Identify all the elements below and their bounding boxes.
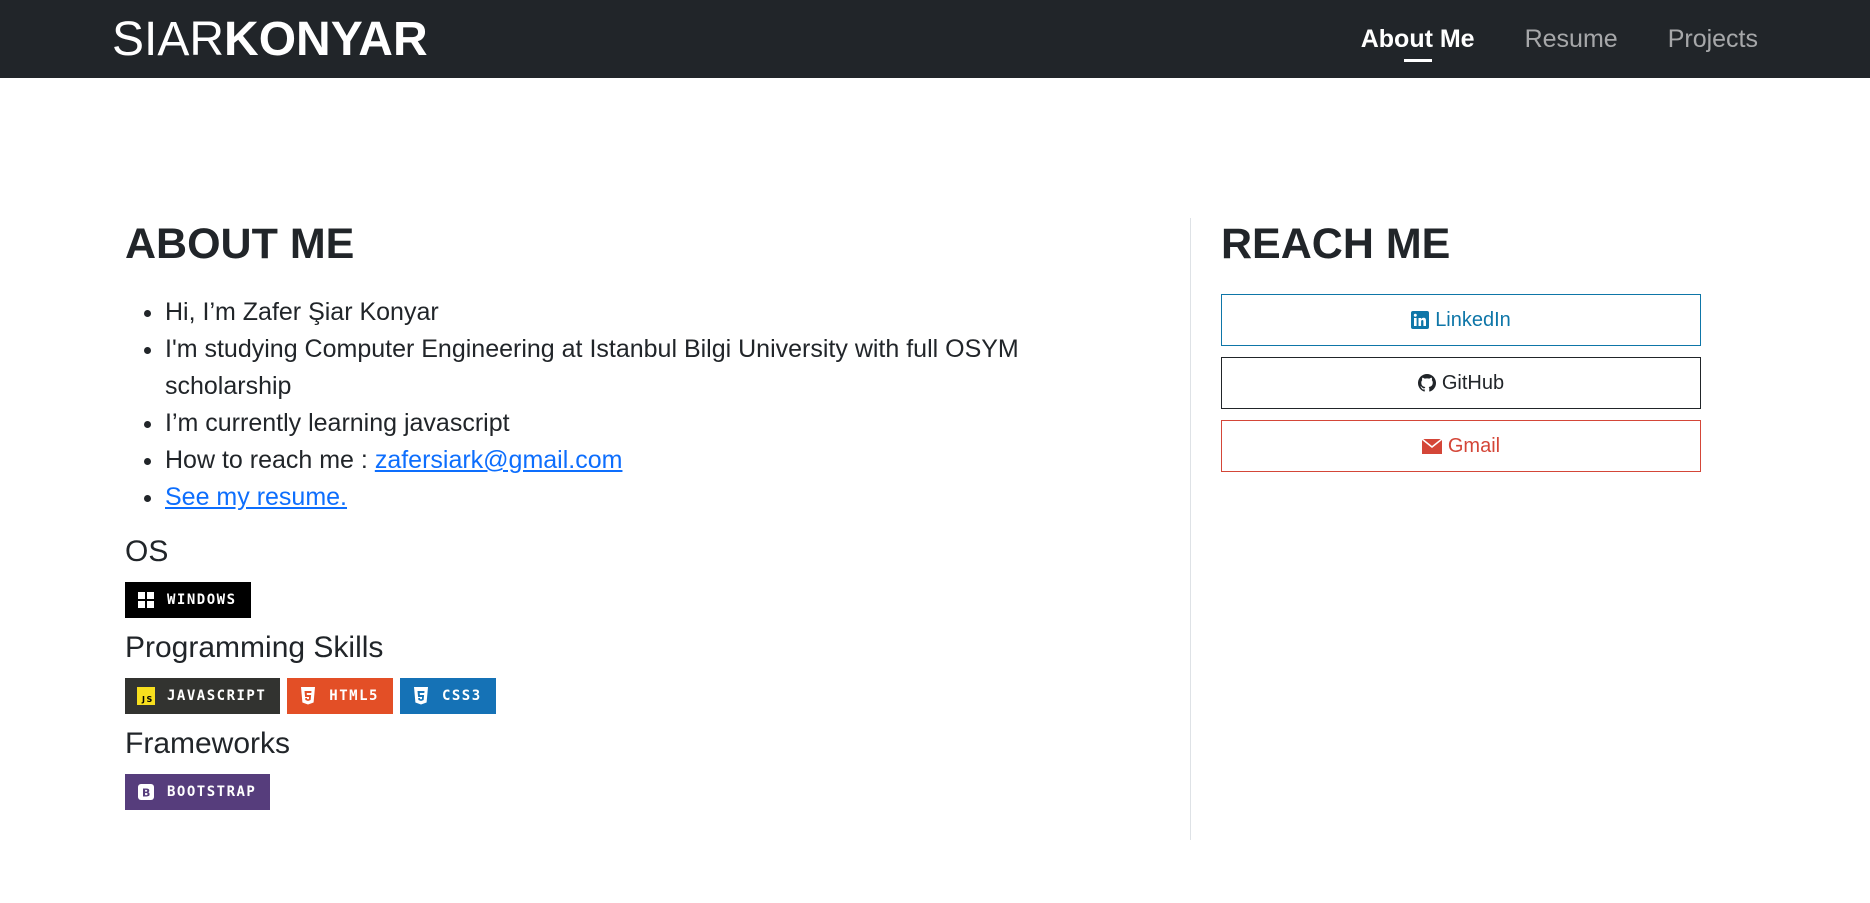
list-item: Hi, I’m Zafer Şiar Konyar (165, 294, 1125, 331)
reach-title: REACH ME (1221, 220, 1451, 268)
os-title: OS (125, 535, 169, 568)
reach-prefix: How to reach me : (165, 446, 375, 474)
list-item: I'm studying Computer Engineering at Ist… (165, 331, 1125, 405)
badge-css3: CSS3 (399, 678, 496, 714)
list-item: I’m currently learning javascript (165, 405, 1125, 442)
column-divider (1190, 218, 1191, 840)
brand-logo[interactable]: SIARKONYAR (112, 12, 428, 67)
badge-label: WINDOWS (167, 592, 237, 608)
github-button[interactable]: GitHub (1221, 357, 1701, 409)
brand-thin: SIAR (112, 13, 225, 66)
svg-text:JS: JS (141, 695, 154, 704)
badge-javascript: JS JAVASCRIPT (125, 678, 281, 714)
frameworks-badges: B BOOTSTRAP (125, 774, 1125, 810)
nav-link-about-me[interactable]: About Me (1361, 19, 1475, 60)
about-section: ABOUT ME Hi, I’m Zafer Şiar Konyar I'm s… (125, 218, 1125, 822)
programming-title: Programming Skills (125, 631, 384, 664)
gmail-label: Gmail (1447, 434, 1501, 457)
nav-link-projects[interactable]: Projects (1668, 19, 1758, 60)
badge-label: BOOTSTRAP (167, 784, 257, 800)
badge-label: JAVASCRIPT (167, 688, 267, 704)
os-badges: WINDOWS (125, 582, 1125, 618)
html5-icon (299, 687, 317, 705)
about-list: Hi, I’m Zafer Şiar Konyar I'm studying C… (125, 294, 1125, 516)
javascript-icon: JS (137, 687, 155, 705)
github-label: GitHub (1441, 371, 1505, 394)
brand-bold: KONYAR (224, 13, 428, 66)
css3-icon (412, 687, 430, 705)
list-item: See my resume. (165, 479, 1125, 516)
badge-label: CSS3 (441, 688, 482, 704)
list-item: How to reach me : zafersiark@gmail.com (165, 442, 1125, 479)
about-title: ABOUT ME (125, 220, 355, 268)
nav-link-resume[interactable]: Resume (1525, 19, 1618, 60)
programming-badges: JS JAVASCRIPT HTML5 CSS3 (125, 678, 1125, 714)
github-icon (1417, 374, 1436, 392)
resume-link[interactable]: See my resume. (165, 483, 347, 511)
bootstrap-icon: B (137, 783, 155, 801)
linkedin-label: LinkedIn (1435, 308, 1511, 331)
reach-section: REACH ME LinkedIn GitHub Gmail (1221, 218, 1701, 483)
svg-text:B: B (142, 787, 152, 800)
nav-links: About Me Resume Projects (1361, 0, 1758, 78)
frameworks-title: Frameworks (125, 727, 291, 760)
gmail-button[interactable]: Gmail (1221, 420, 1701, 472)
navbar: SIARKONYAR About Me Resume Projects (0, 0, 1870, 78)
linkedin-button[interactable]: LinkedIn (1221, 294, 1701, 346)
badge-bootstrap: B BOOTSTRAP (125, 774, 271, 810)
windows-icon (137, 591, 155, 609)
badge-label: HTML5 (329, 688, 379, 704)
badge-windows: WINDOWS (125, 582, 251, 618)
badge-html5: HTML5 (287, 678, 393, 714)
linkedin-icon (1411, 311, 1430, 329)
mail-icon (1421, 438, 1442, 454)
email-link[interactable]: zafersiark@gmail.com (375, 446, 623, 474)
